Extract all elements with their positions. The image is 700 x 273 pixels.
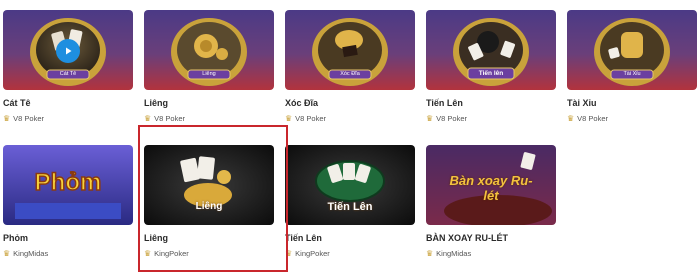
game-provider: ♛ V8 Poker xyxy=(3,114,44,123)
game-title[interactable]: BÀN XOAY RU-LÉT xyxy=(426,233,508,243)
game-logo-text: Phỏm xyxy=(35,169,102,196)
game-card-tien-len-kingpoker[interactable]: Tiến Lên Tiến Lên ♛ KingPoker xyxy=(285,145,415,263)
crown-icon: ♛ xyxy=(426,113,434,123)
crown-icon: ♛ xyxy=(426,248,434,258)
game-badge-label: Tiến Lên xyxy=(327,201,373,213)
game-card-lieng[interactable]: Liêng Liêng ♛ V8 Poker xyxy=(144,10,274,128)
provider-name: KingPoker xyxy=(154,249,189,258)
provider-name: KingPoker xyxy=(295,249,330,258)
crown-icon: ♛ xyxy=(3,113,11,123)
game-title[interactable]: Xóc Đĩa xyxy=(285,98,318,108)
crown-icon: ♛ xyxy=(144,113,152,123)
game-provider: ♛ V8 Poker xyxy=(426,114,467,123)
game-provider: ♛ KingMidas xyxy=(426,249,471,258)
game-card-ban-xoay-ru-let[interactable]: Bàn xoay Ru-lét BÀN XOAY RU-LÉT ♛ KingMi… xyxy=(426,145,556,263)
game-badge-label: Tài Xỉu xyxy=(623,71,641,77)
game-title[interactable]: Phỏm xyxy=(3,233,28,243)
game-title[interactable]: Tài Xỉu xyxy=(567,98,597,108)
game-logo-text: Bàn xoay Ru-lét xyxy=(449,173,533,203)
game-thumbnail[interactable] xyxy=(144,145,274,225)
provider-name: V8 Poker xyxy=(154,114,186,123)
game-card-phom[interactable]: Phỏm Phỏm ♛ KingMidas xyxy=(3,145,133,263)
crown-icon: ♛ xyxy=(567,113,575,123)
provider-name: KingMidas xyxy=(436,249,472,258)
game-provider: ♛ KingMidas xyxy=(3,249,48,258)
provider-name: V8 Poker xyxy=(295,114,327,123)
game-card-cat-te[interactable]: Cát Tê Cát Tê ♛ V8 Poker xyxy=(3,10,133,128)
game-title[interactable]: Cát Tê xyxy=(3,98,31,108)
provider-name: KingMidas xyxy=(13,249,49,258)
game-provider: ♛ V8 Poker xyxy=(285,114,326,123)
game-card-tien-len[interactable]: Tiến lên Tiến Lên ♛ V8 Poker xyxy=(426,10,556,128)
game-provider: ♛ V8 Poker xyxy=(144,114,185,123)
game-card-tai-xiu[interactable]: Tài Xỉu Tài Xỉu ♛ V8 Poker xyxy=(567,10,697,128)
game-title[interactable]: Liêng xyxy=(144,98,168,108)
provider-name: V8 Poker xyxy=(436,114,468,123)
game-badge-label: Cát Tê xyxy=(59,71,77,77)
game-provider: ♛ KingPoker xyxy=(144,249,189,258)
game-badge-label: Tiến lên xyxy=(478,70,504,77)
play-icon[interactable] xyxy=(56,39,80,63)
crown-icon: ♛ xyxy=(285,248,293,258)
game-thumbnail[interactable]: Phỏm xyxy=(3,145,133,225)
game-card-xoc-dia[interactable]: Xóc Đĩa Xóc Đĩa ♛ V8 Poker xyxy=(285,10,415,128)
game-provider: ♛ KingPoker xyxy=(285,249,330,258)
game-badge-label: Xóc Đĩa xyxy=(340,71,360,77)
game-provider: ♛ V8 Poker xyxy=(567,114,608,123)
crown-icon: ♛ xyxy=(285,113,293,123)
game-card-lieng-kingpoker[interactable]: Liêng Liêng ♛ KingPoker xyxy=(144,145,274,263)
crown-icon: ♛ xyxy=(3,248,11,258)
game-badge-label: Liêng xyxy=(195,201,223,212)
game-badge-label: Liêng xyxy=(202,71,216,77)
crown-icon: ♛ xyxy=(144,248,152,258)
provider-name: V8 Poker xyxy=(577,114,609,123)
provider-name: V8 Poker xyxy=(13,114,45,123)
game-title[interactable]: Tiến Lên xyxy=(426,98,463,108)
game-title[interactable]: Liêng xyxy=(144,233,168,243)
game-title[interactable]: Tiến Lên xyxy=(285,233,322,243)
